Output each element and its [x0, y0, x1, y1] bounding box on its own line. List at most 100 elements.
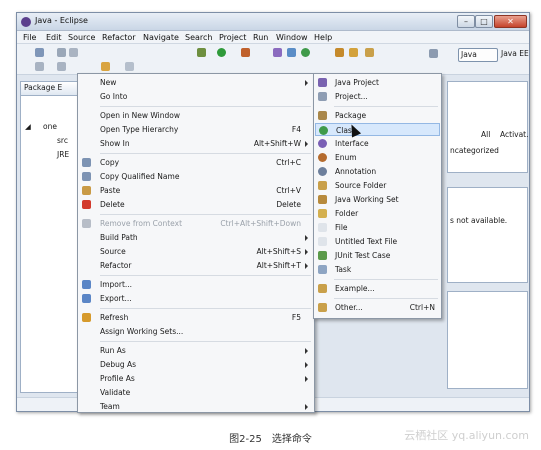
maximize-button[interactable]: □ [475, 15, 493, 28]
new-item-file[interactable]: File [315, 221, 440, 234]
shortcut-label: Ctrl+V [276, 186, 301, 195]
context-item-source[interactable]: Source Alt+Shift+S [79, 245, 313, 258]
print-icon[interactable] [69, 48, 78, 57]
context-item-open-in-new-window[interactable]: Open in New Window [79, 109, 313, 122]
context-item-delete[interactable]: Delete Delete [79, 198, 313, 211]
new-item-source-folder[interactable]: Source Folder [315, 179, 440, 192]
new-java-project-icon[interactable] [273, 48, 282, 57]
title-bar[interactable]: Java - Eclipse – □ ✕ [17, 13, 529, 31]
new-item-project[interactable]: Project... [315, 90, 440, 103]
run-icon[interactable] [217, 48, 226, 57]
new-item-enum[interactable]: Enum [315, 151, 440, 164]
context-item-label: Delete [100, 200, 125, 209]
menu-help[interactable]: Help [314, 33, 332, 42]
task-icon [318, 265, 327, 274]
context-item-open-type-hierarchy[interactable]: Open Type Hierarchy F4 [79, 123, 313, 136]
context-item-debug-as[interactable]: Debug As [79, 358, 313, 371]
new-item-interface[interactable]: Interface [315, 137, 440, 150]
context-item-new[interactable]: New [79, 76, 313, 89]
new-item-junit-test-case[interactable]: JUnit Test Case [315, 249, 440, 262]
new-item-label: Project... [335, 92, 368, 101]
java-ee-perspective-button[interactable]: Java EE [499, 48, 529, 62]
forward-icon[interactable] [125, 62, 134, 71]
context-item-copy-qualified-name[interactable]: Copy Qualified Name [79, 170, 313, 183]
menu-search[interactable]: Search [185, 33, 212, 42]
context-item-show-in[interactable]: Show In Alt+Shift+W [79, 137, 313, 150]
minimize-button[interactable]: – [457, 15, 475, 28]
new-item-annotation[interactable]: Annotation [315, 165, 440, 178]
tree-item-project[interactable]: one [43, 122, 57, 131]
toolbar-icon-b[interactable] [57, 62, 66, 71]
new-item-label: File [335, 223, 348, 232]
new-item-label: Other... [335, 303, 363, 312]
menu-separator [334, 279, 438, 280]
context-item-label: Refresh [100, 313, 129, 322]
new-item-label: Package [335, 111, 367, 120]
context-item-export[interactable]: Export... [79, 292, 313, 305]
search-icon[interactable] [365, 48, 374, 57]
new-item-example[interactable]: Example... [315, 282, 440, 295]
context-item-build-path[interactable]: Build Path [79, 231, 313, 244]
menu-separator [100, 308, 311, 309]
package-explorer-tab[interactable]: Package E [20, 81, 82, 95]
working-set-icon [318, 195, 327, 204]
debug-icon[interactable] [197, 48, 206, 57]
new-package-icon[interactable] [287, 48, 296, 57]
menu-refactor[interactable]: Refactor [102, 33, 136, 42]
context-item-refresh[interactable]: Refresh F5 [79, 311, 313, 324]
context-item-refactor[interactable]: Refactor Alt+Shift+T [79, 259, 313, 272]
context-item-assign-working-sets[interactable]: Assign Working Sets... [79, 325, 313, 338]
context-item-validate[interactable]: Validate [79, 386, 313, 399]
context-item-paste[interactable]: Paste Ctrl+V [79, 184, 313, 197]
external-tools-icon[interactable] [241, 48, 250, 57]
new-item-label: Untitled Text File [335, 237, 398, 246]
new-wizard-icon[interactable] [35, 48, 44, 57]
toolbar-icon-a[interactable] [35, 62, 44, 71]
context-item-go-into[interactable]: Go Into [79, 90, 313, 103]
new-item-java-working-set[interactable]: Java Working Set [315, 193, 440, 206]
shortcut-label: Alt+Shift+T [256, 261, 301, 270]
tree-item-jre[interactable]: JRE [57, 150, 69, 159]
context-item-copy[interactable]: Copy Ctrl+C [79, 156, 313, 169]
activate-link[interactable]: Activat... [500, 130, 529, 139]
menu-navigate[interactable]: Navigate [143, 33, 179, 42]
back-icon[interactable] [101, 62, 110, 71]
context-item-label: Source [100, 247, 126, 256]
submenu-arrow-icon [305, 348, 308, 354]
enum-icon [318, 153, 327, 162]
close-button[interactable]: ✕ [494, 15, 527, 28]
context-item-team[interactable]: Team [79, 400, 313, 413]
filter-all-link[interactable]: All [481, 130, 490, 139]
tree-item-src[interactable]: src [57, 136, 68, 145]
new-item-class[interactable]: Class [315, 123, 440, 136]
other-icon [318, 303, 327, 312]
new-item-label: Example... [335, 284, 375, 293]
menu-file[interactable]: File [23, 33, 36, 42]
open-perspective-icon[interactable] [429, 49, 438, 58]
context-item-label: Open Type Hierarchy [100, 125, 179, 134]
new-item-java-project[interactable]: Java Project [315, 76, 440, 89]
save-icon[interactable] [57, 48, 66, 57]
new-item-folder[interactable]: Folder [315, 207, 440, 220]
menu-window[interactable]: Window [276, 33, 308, 42]
new-item-untitled-text-file[interactable]: Untitled Text File [315, 235, 440, 248]
text-file-icon [318, 237, 327, 246]
submenu-arrow-icon [305, 80, 308, 86]
open-task-icon[interactable] [349, 48, 358, 57]
new-class-icon[interactable] [301, 48, 310, 57]
new-item-other[interactable]: Other... Ctrl+N [315, 301, 440, 314]
new-item-task[interactable]: Task [315, 263, 440, 276]
java-perspective-button[interactable]: Java [458, 48, 498, 62]
menu-run[interactable]: Run [253, 33, 268, 42]
context-item-run-as[interactable]: Run As [79, 344, 313, 357]
context-item-profile-as[interactable]: Profile As [79, 372, 313, 385]
context-item-label: New [100, 78, 117, 87]
open-type-icon[interactable] [335, 48, 344, 57]
main-toolbar: Java Java EE [17, 44, 529, 75]
menu-project[interactable]: Project [219, 33, 246, 42]
tree-expand-icon[interactable]: ◢ [25, 122, 31, 131]
new-item-package[interactable]: Package [315, 109, 440, 122]
context-item-import[interactable]: Import... [79, 278, 313, 291]
menu-source[interactable]: Source [68, 33, 95, 42]
menu-edit[interactable]: Edit [46, 33, 62, 42]
